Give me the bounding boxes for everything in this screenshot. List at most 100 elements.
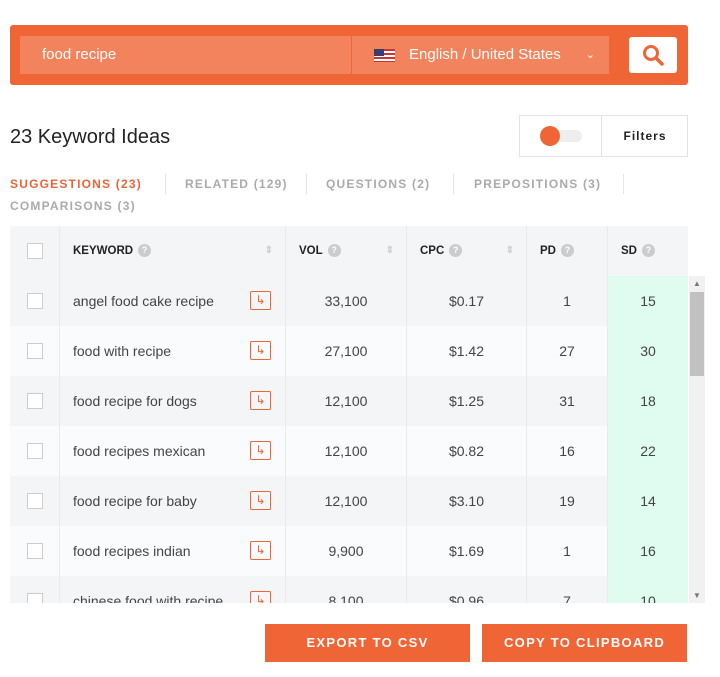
keyword-text: food with recipe (73, 343, 172, 359)
row-checkbox-cell (10, 326, 60, 376)
row-checkbox[interactable] (27, 443, 43, 459)
table-row: food with recipe ↳ 27,100 $1.42 27 30 (10, 326, 688, 376)
header-keyword[interactable]: KEYWORD? ⇕ (60, 226, 286, 276)
keyword-input[interactable]: food recipe (20, 36, 351, 74)
pd-cell: 31 (527, 376, 608, 426)
cpc-cell: $1.42 (407, 326, 527, 376)
keyword-cell: angel food cake recipe ↳ (60, 276, 286, 326)
help-icon[interactable]: ? (327, 244, 341, 257)
help-icon[interactable]: ? (449, 244, 463, 257)
cpc-cell: $1.25 (407, 376, 527, 426)
header-vol[interactable]: VOL? ⇕ (286, 226, 407, 276)
row-checkbox-cell (10, 576, 60, 603)
open-keyword-icon[interactable]: ↳ (250, 391, 271, 410)
pd-cell: 1 (527, 526, 608, 576)
sd-cell: 22 (608, 426, 688, 476)
keyword-text: food recipe for dogs (73, 393, 197, 409)
open-keyword-icon[interactable]: ↳ (250, 291, 271, 310)
help-icon[interactable]: ? (560, 244, 574, 257)
keyword-text: chinese food with recipe (73, 593, 224, 603)
chevron-down-icon: ⌄ (585, 49, 595, 61)
row-checkbox-cell (10, 476, 60, 526)
keyword-text: food recipes indian (73, 543, 191, 559)
divider (165, 174, 166, 194)
tab-questions[interactable]: QUESTIONS (2) (326, 177, 430, 191)
row-checkbox[interactable] (27, 593, 43, 603)
keyword-cell: food recipe for dogs ↳ (60, 376, 286, 426)
open-keyword-icon[interactable]: ↳ (250, 341, 271, 360)
scroll-up-icon[interactable]: ▲ (693, 279, 701, 288)
keyword-text: food recipes mexican (73, 443, 206, 459)
open-keyword-icon[interactable]: ↳ (250, 441, 271, 460)
copy-clipboard-button[interactable]: COPY TO CLIPBOARD (482, 624, 687, 662)
open-keyword-icon[interactable]: ↳ (250, 491, 271, 510)
sort-icon[interactable]: ⇕ (386, 226, 394, 276)
row-checkbox-cell (10, 376, 60, 426)
cpc-cell: $0.17 (407, 276, 527, 326)
tab-comparisons[interactable]: COMPARISONS (3) (10, 199, 136, 213)
row-checkbox[interactable] (27, 543, 43, 559)
pd-cell: 19 (527, 476, 608, 526)
tab-related[interactable]: RELATED (129) (185, 177, 288, 191)
pd-cell: 16 (527, 426, 608, 476)
keyword-cell: chinese food with recipe ↳ (60, 576, 286, 603)
toggle-knob (540, 126, 560, 146)
header-cpc[interactable]: CPC? ⇕ (407, 226, 527, 276)
keyword-table: KEYWORD? ⇕ VOL? ⇕ CPC? ⇕ PD? SD? angel food… (10, 226, 688, 603)
vol-cell: 27,100 (286, 326, 407, 376)
tab-suggestions[interactable]: SUGGESTIONS (23) (10, 177, 142, 191)
header-label: PD (540, 245, 556, 257)
sort-icon[interactable]: ⇕ (506, 226, 514, 276)
table-row: chinese food with recipe ↳ 8,100 $0.96 7 … (10, 576, 688, 603)
search-icon (643, 45, 664, 66)
keyword-cell: food recipes indian ↳ (60, 526, 286, 576)
pd-cell: 7 (527, 576, 608, 603)
cpc-cell: $0.82 (407, 426, 527, 476)
cpc-cell: $1.69 (407, 526, 527, 576)
keyword-cell: food recipe for baby ↳ (60, 476, 286, 526)
table-scrollbar[interactable]: ▲ ▼ (689, 276, 705, 603)
tab-prepositions[interactable]: PREPOSITIONS (3) (474, 177, 601, 191)
header-sd: SD? (608, 226, 688, 276)
scroll-down-icon[interactable]: ▼ (693, 591, 701, 600)
help-icon[interactable]: ? (641, 244, 655, 257)
us-flag-icon (374, 49, 395, 62)
search-bar: food recipe English / United States ⌄ (10, 25, 688, 85)
header-label: SD (621, 245, 637, 257)
open-keyword-icon[interactable]: ↳ (250, 591, 271, 603)
row-checkbox-cell (10, 276, 60, 326)
cpc-cell: $3.10 (407, 476, 527, 526)
sd-cell: 15 (608, 276, 688, 326)
filter-controls: Filters (519, 115, 688, 157)
row-checkbox-cell (10, 526, 60, 576)
vol-cell: 12,100 (286, 376, 407, 426)
vol-cell: 8,100 (286, 576, 407, 603)
filters-button[interactable]: Filters (602, 116, 688, 156)
search-button[interactable] (629, 37, 677, 73)
row-checkbox[interactable] (27, 293, 43, 309)
row-checkbox[interactable] (27, 343, 43, 359)
row-checkbox[interactable] (27, 493, 43, 509)
filter-toggle[interactable] (540, 126, 582, 146)
divider (623, 174, 624, 194)
vol-cell: 12,100 (286, 426, 407, 476)
sd-cell: 18 (608, 376, 688, 426)
vol-cell: 33,100 (286, 276, 407, 326)
keyword-cell: food recipes mexican ↳ (60, 426, 286, 476)
pd-cell: 1 (527, 276, 608, 326)
export-csv-button[interactable]: EXPORT TO CSV (265, 624, 470, 662)
table-header: KEYWORD? ⇕ VOL? ⇕ CPC? ⇕ PD? SD? (10, 226, 688, 276)
keyword-text: angel food cake recipe (73, 293, 214, 309)
header-pd: PD? (527, 226, 608, 276)
sort-icon[interactable]: ⇕ (265, 226, 273, 276)
scroll-thumb[interactable] (690, 292, 704, 376)
header-label: KEYWORD (73, 245, 134, 257)
header-label: CPC (420, 245, 445, 257)
select-all-checkbox[interactable] (27, 243, 43, 259)
help-icon[interactable]: ? (138, 244, 152, 257)
divider (306, 174, 307, 194)
row-checkbox[interactable] (27, 393, 43, 409)
open-keyword-icon[interactable]: ↳ (250, 541, 271, 560)
language-select[interactable]: English / United States ⌄ (352, 36, 609, 74)
pd-cell: 27 (527, 326, 608, 376)
